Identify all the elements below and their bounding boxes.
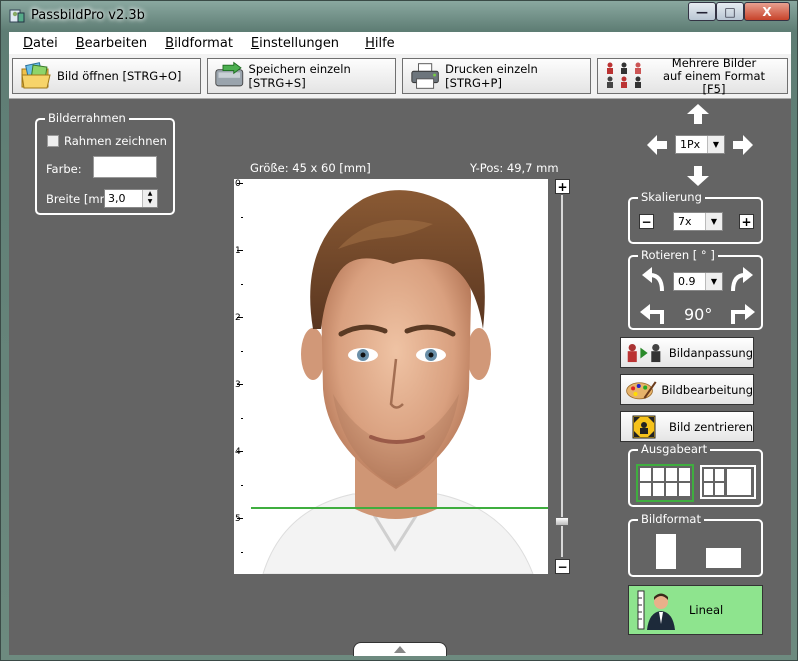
mixed-layout-icon[interactable] [700, 465, 756, 499]
window-title: PassbildPro v2.3b [31, 8, 145, 23]
ruler-number: 1 [235, 246, 241, 256]
frame-group-legend: Bilderrahmen [45, 111, 129, 125]
rotate-90-right-icon[interactable] [729, 302, 755, 324]
chevron-down-icon: ▼ [705, 273, 722, 290]
arrow-right-icon[interactable] [733, 135, 753, 155]
multiple-images-label: Mehrere Bilder auf einem Format [F5] [654, 55, 774, 96]
ruler-toggle-button[interactable]: Lineal [628, 585, 763, 635]
portrait-image [243, 179, 548, 574]
ruler-number: 0 [235, 179, 241, 189]
ruler-number: 2 [235, 313, 241, 323]
menu-bar: Datei Bearbeiten Bildformat Einstellunge… [9, 32, 791, 54]
scale-plus-button[interactable]: + [739, 214, 754, 229]
bottom-panel-toggle[interactable] [353, 642, 447, 656]
chevron-down-icon: ▼ [705, 213, 722, 230]
scaling-legend: Skalierung [638, 190, 705, 204]
scale-minus-button[interactable]: − [639, 214, 654, 229]
photo-ypos-label: Y-Pos: 49,7 mm [470, 161, 559, 175]
person-ruler-icon [637, 590, 675, 630]
open-image-button[interactable]: Bild öffnen [STRG+O] [12, 58, 201, 94]
save-single-button[interactable]: Speichern einzeln [STRG+S] [207, 58, 396, 94]
open-folder-icon [21, 62, 51, 89]
draw-frame-checkbox[interactable] [47, 135, 59, 147]
print-single-button[interactable]: Drucken einzeln [STRG+P] [402, 58, 591, 94]
rotate-value: 0.9 [678, 275, 696, 288]
image-adjust-icon [627, 343, 661, 362]
rotate-dropdown[interactable]: 0.9 ▼ [673, 272, 723, 291]
open-image-label: Bild öffnen [STRG+O] [57, 69, 182, 83]
app-window: PassbildPro v2.3b — □ X Datei Bearbeiten… [0, 0, 798, 661]
slider-thumb[interactable] [555, 517, 569, 526]
scale-value: 7x [678, 215, 692, 228]
rotate-right-icon[interactable] [729, 267, 755, 291]
image-edit-label: Bildbearbeitung [661, 382, 753, 397]
spinner-arrows-icon[interactable]: ▲ ▼ [142, 190, 157, 207]
save-single-label: Speichern einzeln [STRG+S] [248, 62, 351, 90]
move-step-dropdown[interactable]: 1Px ▼ [675, 135, 725, 154]
passport-photo [243, 179, 548, 574]
photo-size-label: Größe: 45 x 60 [mm] [250, 161, 371, 175]
draw-frame-label: Rahmen zeichnen [64, 134, 167, 148]
portrait-format-icon[interactable] [656, 534, 676, 569]
menu-bildformat[interactable]: Bildformat [165, 36, 233, 51]
menu-einstellungen[interactable]: Einstellungen [251, 36, 339, 51]
rotate-90-label: 90° [684, 305, 713, 324]
toolbar: Bild öffnen [STRG+O] Speichern einzeln [… [9, 54, 791, 99]
title-bar[interactable]: PassbildPro v2.3b — □ X [1, 1, 797, 31]
multiple-images-line1: Mehrere Bilder [671, 55, 757, 70]
ruler-number: 4 [235, 447, 241, 457]
chevron-down-icon: ▼ [707, 136, 724, 153]
slider-track[interactable] [561, 195, 563, 557]
rotate-left-icon[interactable] [640, 267, 666, 291]
scale-dropdown[interactable]: 7x ▼ [673, 212, 723, 231]
move-step-value: 1Px [680, 138, 701, 151]
menu-datei[interactable]: Datei [23, 36, 58, 51]
rotate-legend: Rotieren [ ° ] [638, 248, 718, 262]
multiple-images-button[interactable]: Mehrere Bilder auf einem Format [F5] [597, 55, 788, 96]
chevron-up-icon [394, 646, 406, 653]
palette-icon [626, 380, 657, 399]
frame-color-swatch[interactable] [93, 156, 157, 178]
minimize-button[interactable]: — [688, 2, 716, 21]
frame-group: Bilderrahmen Rahmen zeichnen Farbe: Brei… [35, 111, 175, 215]
menu-hilfe[interactable]: Hilfe [365, 36, 395, 51]
ruler-toggle-label: Lineal [689, 603, 724, 617]
arrow-down-icon[interactable] [687, 166, 709, 186]
chin-guide-line[interactable] [251, 507, 548, 509]
arrow-left-icon[interactable] [647, 135, 667, 155]
grid-layout-icon[interactable] [636, 464, 694, 502]
menu-bearbeiten[interactable]: Bearbeiten [76, 36, 147, 51]
frame-width-value: 3,0 [108, 192, 126, 205]
print-single-label: Drucken einzeln [STRG+P] [445, 62, 538, 90]
ruler-number: 5 [235, 514, 241, 524]
frame-width-spinner[interactable]: 3,0 ▲ ▼ [104, 189, 158, 208]
output-type-legend: Ausgabeart [638, 442, 711, 456]
image-adjust-button[interactable]: Bildanpassung [620, 337, 754, 368]
multiple-people-icon [607, 62, 641, 88]
image-edit-button[interactable]: Bildbearbeitung [620, 374, 754, 405]
output-type-group: Ausgabeart [628, 442, 763, 507]
printer-icon [411, 63, 439, 89]
center-image-label: Bild zentrieren [669, 419, 753, 434]
center-image-button[interactable]: Bild zentrieren [620, 411, 754, 442]
frame-color-label: Farbe: [46, 162, 82, 176]
image-format-group: Bildformat [628, 512, 763, 577]
rotate-90-left-icon[interactable] [640, 302, 666, 324]
rotate-group: Rotieren [ ° ] 0.9 ▼ 90° [628, 248, 763, 330]
maximize-button[interactable]: □ [716, 2, 744, 21]
landscape-format-icon[interactable] [706, 548, 741, 568]
image-adjust-label: Bildanpassung [668, 345, 753, 360]
zoom-slider[interactable]: + − [554, 179, 570, 574]
scaling-group: Skalierung − 7x ▼ + [628, 190, 763, 244]
zoom-in-button[interactable]: + [555, 179, 570, 194]
ruler-number: 3 [235, 380, 241, 390]
close-button[interactable]: X [744, 2, 790, 21]
multiple-images-line2: auf einem Format [F5] [662, 68, 766, 96]
arrow-up-icon[interactable] [687, 104, 709, 124]
zoom-out-button[interactable]: − [555, 559, 570, 574]
center-icon [632, 415, 656, 438]
app-icon [9, 9, 25, 23]
image-format-legend: Bildformat [638, 512, 704, 526]
save-drive-icon [215, 61, 244, 87]
